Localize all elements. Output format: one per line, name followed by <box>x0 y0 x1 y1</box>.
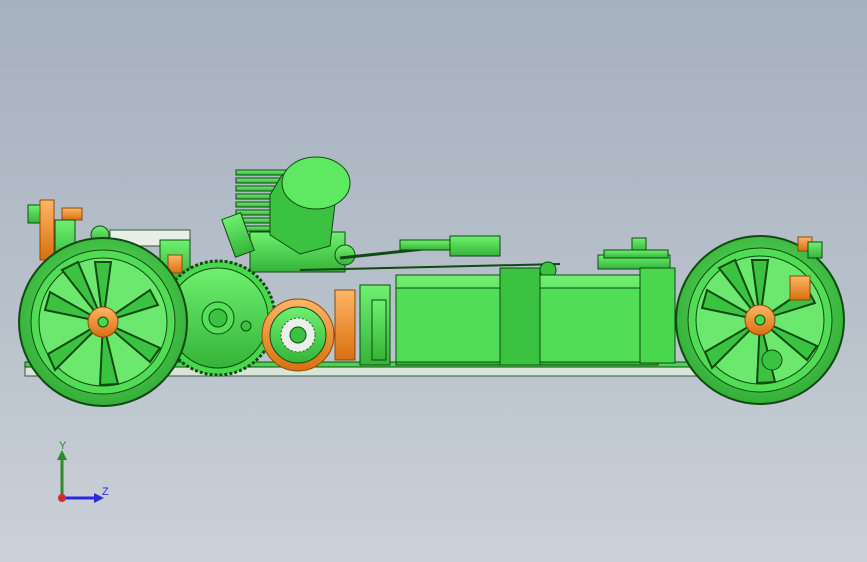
y-axis-label: Y <box>59 440 67 452</box>
clutch-bell[interactable] <box>261 298 335 372</box>
orientation-triad: Y Z <box>40 436 130 516</box>
rc-car-model[interactable] <box>0 0 867 562</box>
x-axis-origin <box>58 494 66 502</box>
cad-graphics-viewport[interactable]: Y Z <box>0 0 867 562</box>
center-posts[interactable] <box>334 284 391 366</box>
radio-box[interactable] <box>395 254 676 366</box>
rear-wheel[interactable] <box>18 237 188 407</box>
triad-axes <box>57 450 104 503</box>
steering-horn[interactable] <box>603 237 669 259</box>
front-wheel[interactable] <box>675 235 845 405</box>
z-axis-label: Z <box>102 486 109 498</box>
